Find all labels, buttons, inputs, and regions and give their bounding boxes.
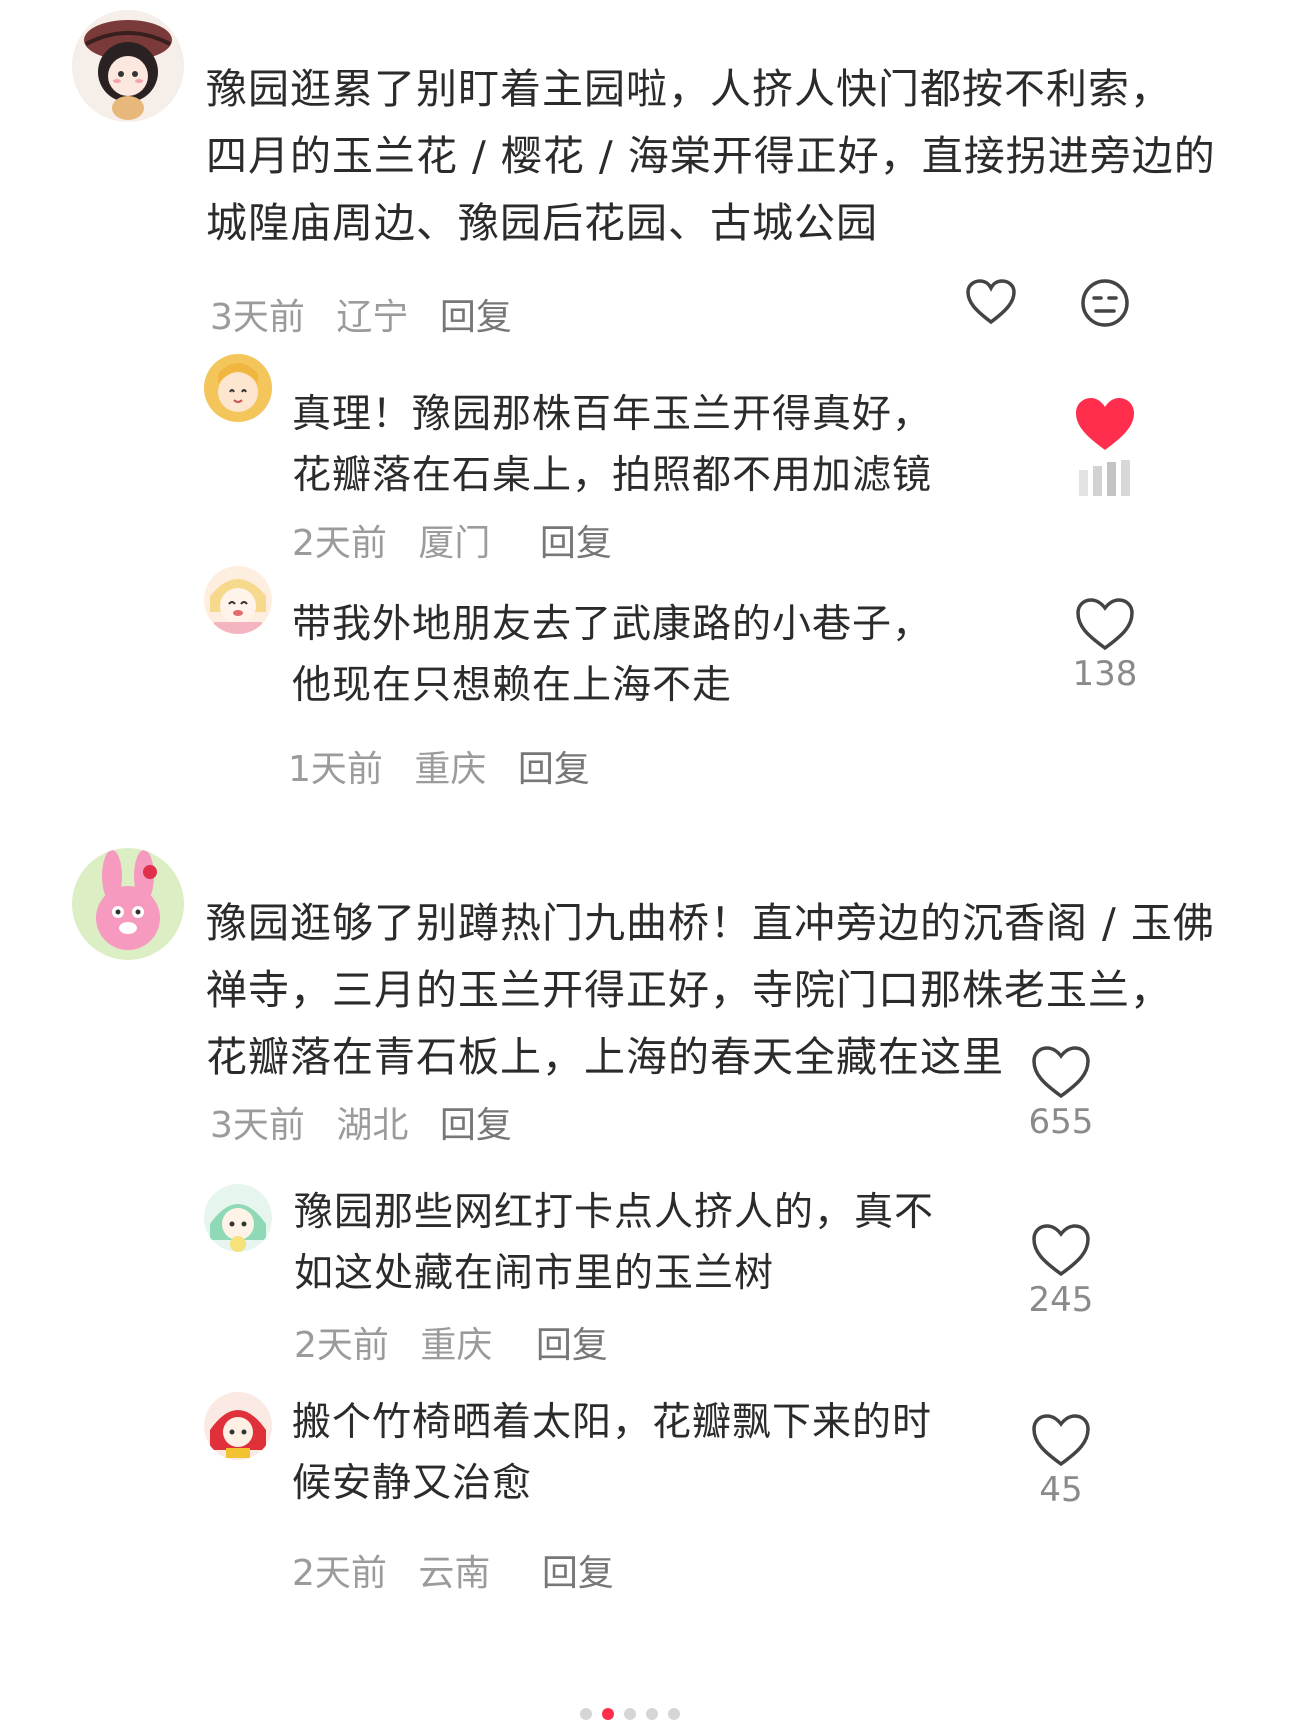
comment-line: 豫园逛够了别蹲热门九曲桥！直冲旁边的沉香阁 / 玉佛: [206, 899, 1215, 947]
timestamp: 2天前: [294, 1325, 389, 1366]
like-burst-bars: [1079, 460, 1130, 496]
comment-line: 搬个竹椅晒着太阳，花瓣飘下来的时: [292, 1400, 933, 1445]
comment-text: 搬个竹椅晒着太阳，花瓣飘下来的时 候安静又治愈: [292, 1392, 932, 1514]
reply-button[interactable]: 回复: [440, 1105, 512, 1146]
reply-button[interactable]: 回复: [542, 1553, 614, 1594]
avatar[interactable]: [204, 1392, 272, 1460]
like-count: 245: [1028, 1280, 1094, 1320]
comment-line: 豫园那些网红打卡点人挤人的，真不: [294, 1190, 935, 1235]
heart-outline-icon: [1032, 1046, 1090, 1099]
comment-line: 带我外地朋友去了武康路的小巷子，: [292, 602, 933, 647]
location: 重庆: [420, 1325, 493, 1366]
reply-button[interactable]: 回复: [440, 297, 512, 338]
page-dot-active[interactable]: [602, 1708, 614, 1720]
timestamp: 3天前: [210, 297, 305, 338]
timestamp: 3天前: [210, 1105, 305, 1146]
dislike-button[interactable]: [1080, 278, 1130, 332]
heart-outline-icon: [1032, 1224, 1090, 1277]
meh-face-icon: [1081, 279, 1129, 327]
location: 辽宁: [336, 297, 409, 338]
reply-button[interactable]: 回复: [536, 1325, 608, 1366]
comment-line: 花瓣落在石桌上，拍照都不用加滤镜: [292, 453, 933, 498]
heart-filled-icon: [1076, 398, 1134, 450]
comment-meta: 3天前 湖北 回复: [210, 1096, 512, 1148]
comment-text: 豫园逛累了别盯着主园啦，人挤人快门都按不利索， 四月的玉兰花 / 樱花 / 海棠…: [206, 56, 1216, 257]
avatar[interactable]: [204, 566, 272, 634]
avatar-pink-bunny-image: [72, 848, 184, 960]
timestamp: 2天前: [292, 523, 387, 564]
page-dot[interactable]: [668, 1708, 680, 1720]
reply-button[interactable]: 回复: [540, 523, 612, 564]
comment-line: 禅寺，三月的玉兰开得正好，寺院门口那株老玉兰，: [206, 966, 1172, 1014]
like-count: 45: [1039, 1470, 1083, 1510]
avatar[interactable]: [72, 10, 184, 122]
avatar[interactable]: [72, 848, 184, 960]
heart-outline-icon: [1032, 1414, 1090, 1467]
like-count: 138: [1072, 654, 1138, 694]
comment-line: 真理！豫园那株百年玉兰开得真好，: [292, 392, 933, 437]
page-dot[interactable]: [624, 1708, 636, 1720]
page-dot[interactable]: [646, 1708, 658, 1720]
like-button[interactable]: 138: [1063, 596, 1147, 694]
comment-text: 豫园那些网红打卡点人挤人的，真不 如这处藏在闹市里的玉兰树: [294, 1182, 934, 1304]
avatar-green-hair-girl-image: [204, 1184, 272, 1252]
avatar-red-hair-girl-image: [204, 1392, 272, 1460]
comment-meta: 2天前 重庆 回复: [294, 1316, 608, 1368]
avatar-smiling-girl-image: [204, 566, 272, 634]
like-button[interactable]: [1063, 396, 1147, 496]
like-button[interactable]: [965, 278, 1017, 330]
comment-meta: 2天前 云南 回复: [292, 1544, 614, 1596]
comment-line: 四月的玉兰花 / 樱花 / 海棠开得正好，直接拐进旁边的: [206, 132, 1216, 180]
location: 重庆: [414, 749, 487, 790]
like-button[interactable]: 245: [1019, 1222, 1103, 1320]
comment-text: 带我外地朋友去了武康路的小巷子， 他现在只想赖在上海不走: [292, 594, 932, 716]
pagination-dots: [580, 1708, 680, 1720]
like-button[interactable]: 655: [1019, 1044, 1103, 1142]
comment-line: 城隍庙周边、豫园后花园、古城公园: [206, 199, 878, 247]
avatar-blonde-girl-image: [204, 354, 272, 422]
location: 云南: [418, 1553, 491, 1594]
like-button[interactable]: 45: [1019, 1412, 1103, 1510]
comment-meta: 3天前 辽宁 回复: [210, 288, 512, 340]
comment-meta: 2天前 厦门 回复: [292, 514, 612, 566]
timestamp: 2天前: [292, 1553, 387, 1594]
timestamp: 1天前: [288, 749, 383, 790]
comment-meta: 1天前 重庆 回复: [288, 740, 590, 792]
comment-line: 如这处藏在闹市里的玉兰树: [294, 1251, 775, 1296]
heart-outline-icon: [966, 279, 1016, 325]
page-dot[interactable]: [580, 1708, 592, 1720]
comment-line: 豫园逛累了别盯着主园啦，人挤人快门都按不利索，: [206, 65, 1172, 113]
like-count: 655: [1028, 1102, 1094, 1142]
location: 厦门: [418, 523, 491, 564]
comment-line: 候安静又治愈: [292, 1461, 533, 1506]
avatar[interactable]: [204, 1184, 272, 1252]
reply-button[interactable]: 回复: [518, 749, 590, 790]
heart-outline-icon: [1076, 598, 1134, 651]
comment-text: 真理！豫园那株百年玉兰开得真好， 花瓣落在石桌上，拍照都不用加滤镜: [292, 384, 932, 506]
comment-line: 他现在只想赖在上海不走: [292, 663, 733, 708]
avatar[interactable]: [204, 354, 272, 422]
location: 湖北: [336, 1105, 409, 1146]
avatar-girl-hat-image: [72, 10, 184, 122]
